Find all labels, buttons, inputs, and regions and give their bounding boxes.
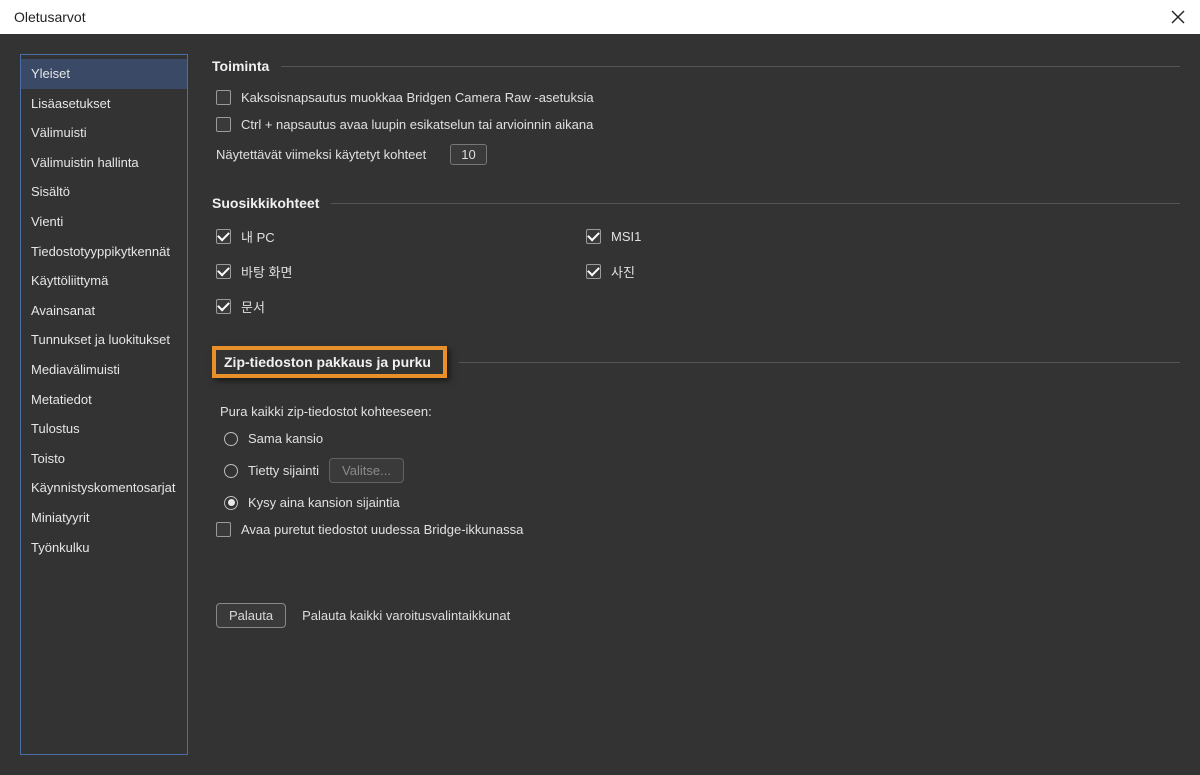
reset-button[interactable]: Palauta: [216, 603, 286, 628]
sidebar-item-label: Toisto: [31, 451, 65, 466]
radio-same-folder[interactable]: [224, 432, 238, 446]
divider: [281, 66, 1180, 67]
reset-label: Palauta kaikki varoitusvalintaikkunat: [302, 608, 510, 623]
label-extract-to: Pura kaikki zip-tiedostot kohteeseen:: [212, 396, 1180, 425]
main-panel: Yleiset Lisäasetukset Välimuisti Välimui…: [0, 34, 1200, 775]
checkbox-fav-desktop[interactable]: [216, 264, 231, 279]
section-title-zip: Zip-tiedoston pakkaus ja purku: [224, 354, 431, 370]
sidebar-item-label: Käynnistyskomentosarjat: [31, 480, 176, 495]
sidebar-item-tyonkulku[interactable]: Työnkulku: [21, 533, 187, 563]
sidebar-item-label: Avainsanat: [31, 303, 95, 318]
label-fav-desktop: 바탕 화면: [241, 262, 292, 281]
sidebar-item-vienti[interactable]: Vienti: [21, 207, 187, 237]
sidebar-item-label: Lisäasetukset: [31, 96, 111, 111]
checkbox-fav-msi1[interactable]: [586, 229, 601, 244]
section-title-behavior: Toiminta: [212, 58, 269, 74]
sidebar-item-yleiset[interactable]: Yleiset: [21, 59, 187, 89]
sidebar-item-label: Tunnukset ja luokitukset: [31, 332, 170, 347]
label-fav-msi1: MSI1: [611, 229, 641, 244]
sidebar-item-label: Työnkulku: [31, 540, 90, 555]
sidebar-item-avainsanat[interactable]: Avainsanat: [21, 296, 187, 326]
radio-specific-location[interactable]: [224, 464, 238, 478]
sidebar-item-label: Sisältö: [31, 184, 70, 199]
sidebar-item-tiedostotyyppikytkennat[interactable]: Tiedostotyyppikytkennät: [21, 237, 187, 267]
sidebar-item-label: Miniatyyrit: [31, 510, 90, 525]
label-same-folder: Sama kansio: [248, 431, 323, 446]
sidebar-item-miniatyyrit[interactable]: Miniatyyrit: [21, 503, 187, 533]
sidebar-item-label: Välimuisti: [31, 125, 87, 140]
input-recent-items[interactable]: 10: [450, 144, 486, 165]
reset-row: Palauta Palauta kaikki varoitusvalintaik…: [212, 603, 1180, 628]
sidebar-item-metatiedot[interactable]: Metatiedot: [21, 385, 187, 415]
sidebar-item-lisaasetukset[interactable]: Lisäasetukset: [21, 89, 187, 119]
title-bar: Oletusarvot: [0, 0, 1200, 34]
sidebar-item-label: Käyttöliittymä: [31, 273, 108, 288]
label-open-extracted: Avaa puretut tiedostot uudessa Bridge-ik…: [241, 522, 523, 537]
sidebar-item-label: Välimuistin hallinta: [31, 155, 139, 170]
label-specific-location: Tietty sijainti: [248, 463, 319, 478]
sidebar-item-valimuistin-hallinta[interactable]: Välimuistin hallinta: [21, 148, 187, 178]
choose-location-button[interactable]: Valitse...: [329, 458, 404, 483]
checkbox-fav-documents[interactable]: [216, 299, 231, 314]
label-fav-photos: 사진: [611, 262, 635, 281]
section-zip: Zip-tiedoston pakkaus ja purku Pura kaik…: [212, 346, 1180, 628]
section-favorites: Suosikkikohteet 내 PC MSI1 바탕 화면: [212, 195, 1180, 322]
sidebar-item-tunnukset-ja-luokitukset[interactable]: Tunnukset ja luokitukset: [21, 325, 187, 355]
window-title: Oletusarvot: [14, 9, 86, 25]
label-fav-mypc: 내 PC: [241, 227, 275, 246]
divider: [459, 362, 1180, 363]
checkbox-fav-photos[interactable]: [586, 264, 601, 279]
checkbox-open-extracted[interactable]: [216, 522, 231, 537]
sidebar-item-kayttoliittyma[interactable]: Käyttöliittymä: [21, 266, 187, 296]
checkbox-fav-mypc[interactable]: [216, 229, 231, 244]
label-doubleclick-raw: Kaksoisnapsautus muokkaa Bridgen Camera …: [241, 90, 594, 105]
sidebar-item-label: Yleiset: [31, 66, 70, 81]
checkbox-ctrl-click-loupe[interactable]: [216, 117, 231, 132]
label-ask-location: Kysy aina kansion sijaintia: [248, 495, 400, 510]
sidebar-item-label: Mediavälimuisti: [31, 362, 120, 377]
sidebar-item-label: Tulostus: [31, 421, 80, 436]
section-title-favorites: Suosikkikohteet: [212, 195, 319, 211]
content-panel: Toiminta Kaksoisnapsautus muokkaa Bridge…: [212, 54, 1184, 755]
highlight-zip-title: Zip-tiedoston pakkaus ja purku: [212, 346, 447, 378]
section-behavior: Toiminta Kaksoisnapsautus muokkaa Bridge…: [212, 58, 1180, 171]
label-recent-items: Näytettävät viimeksi käytetyt kohteet: [216, 147, 426, 162]
sidebar-item-toisto[interactable]: Toisto: [21, 444, 187, 474]
sidebar-item-valimuisti[interactable]: Välimuisti: [21, 118, 187, 148]
checkbox-doubleclick-raw[interactable]: [216, 90, 231, 105]
label-ctrl-click-loupe: Ctrl + napsautus avaa luupin esikatselun…: [241, 117, 593, 132]
sidebar-item-tulostus[interactable]: Tulostus: [21, 414, 187, 444]
divider: [331, 203, 1180, 204]
sidebar-item-mediavalimuisti[interactable]: Mediavälimuisti: [21, 355, 187, 385]
sidebar-item-sisalto[interactable]: Sisältö: [21, 177, 187, 207]
sidebar: Yleiset Lisäasetukset Välimuisti Välimui…: [20, 54, 188, 755]
label-fav-documents: 문서: [241, 297, 265, 316]
sidebar-item-label: Metatiedot: [31, 392, 92, 407]
sidebar-item-kaynnistyskomentosarjat[interactable]: Käynnistyskomentosarjat: [21, 473, 187, 503]
sidebar-item-label: Vienti: [31, 214, 63, 229]
radio-ask-location[interactable]: [224, 496, 238, 510]
close-icon[interactable]: [1168, 7, 1188, 27]
sidebar-item-label: Tiedostotyyppikytkennät: [31, 244, 170, 259]
